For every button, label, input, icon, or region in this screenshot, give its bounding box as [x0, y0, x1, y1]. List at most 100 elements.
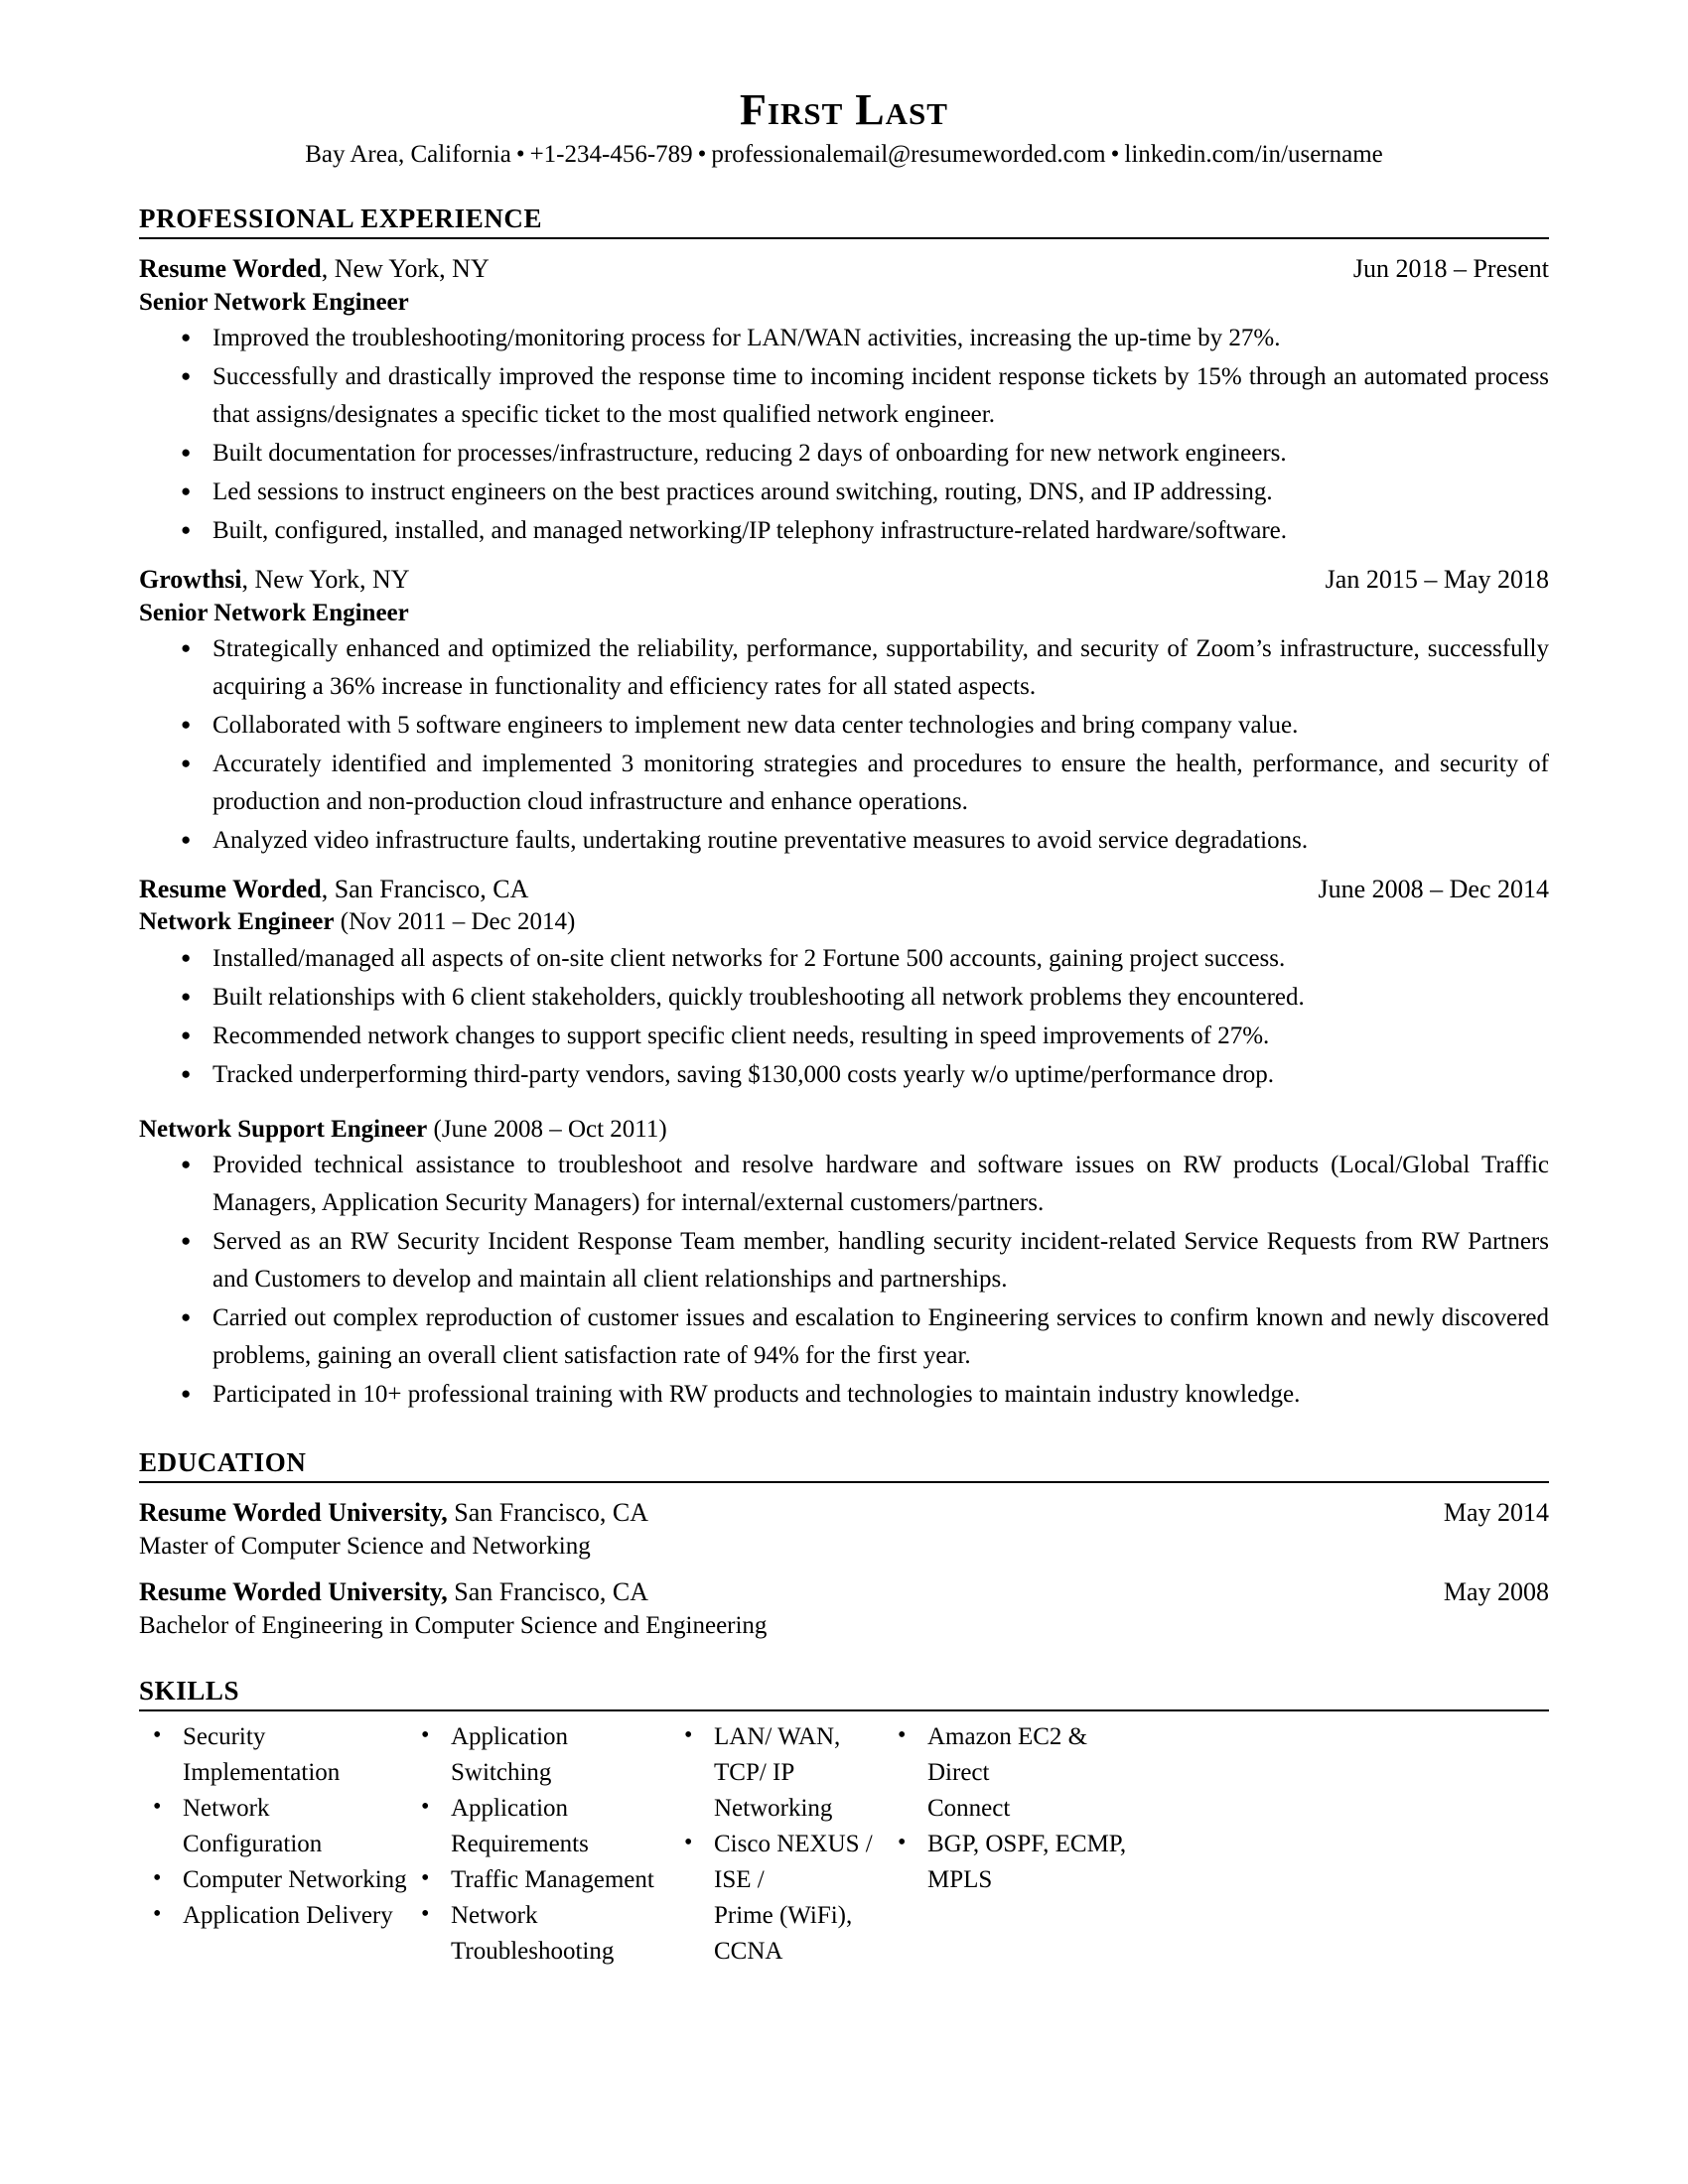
experience-job-title-text: Senior Network Engineer — [139, 599, 409, 626]
experience-company-name: Resume Worded — [139, 874, 322, 903]
experience-bullet: Built relationships with 6 client stakeh… — [139, 978, 1549, 1017]
skill-item: Traffic Management — [407, 1860, 670, 1898]
contact-linkedin[interactable]: linkedin.com/in/username — [1124, 141, 1382, 168]
skill-item: LAN/ WAN, TCP/ IP — [670, 1717, 884, 1791]
skills-column: Security Implementation Network Configur… — [139, 1717, 407, 1970]
skill-item-continuation: Networking — [714, 1795, 833, 1823]
experience-dates: June 2008 – Dec 2014 — [1318, 874, 1549, 903]
section-skills: SKILLS Security Implementation Network C… — [139, 1676, 1549, 1970]
experience-job-title-dates: (Nov 2011 – Dec 2014) — [334, 908, 576, 936]
education-school-name: Resume Worded University, — [139, 1498, 448, 1528]
skill-item: Network Troubleshooting — [407, 1896, 670, 1970]
section-title-skills: SKILLS — [139, 1676, 240, 1706]
education-entry: Resume Worded University, San Francisco,… — [139, 1576, 1549, 1642]
education-school-location: San Francisco, CA — [447, 1498, 648, 1528]
experience-bullet-list: Strategically enhanced and optimized the… — [139, 629, 1549, 860]
skills-column: LAN/ WAN, TCP/ IP Networking Cisco NEXUS… — [670, 1717, 884, 1970]
candidate-name: First Last — [740, 85, 948, 134]
experience-bullet: Collaborated with 5 software engineers t… — [139, 706, 1549, 745]
experience-bullet: Installed/managed all aspects of on-site… — [139, 939, 1549, 978]
skill-item-continuation: MPLS — [927, 1866, 993, 1894]
experience-bullet: Tracked underperforming third-party vend… — [139, 1055, 1549, 1094]
skill-item: Security Implementation — [139, 1717, 407, 1791]
education-entry-header: Resume Worded University, San Francisco,… — [139, 1576, 1549, 1609]
experience-bullet: Led sessions to instruct engineers on th… — [139, 473, 1549, 511]
education-date: May 2014 — [1443, 1498, 1549, 1528]
contact-separator-2: • — [697, 141, 707, 169]
experience-bullet: Served as an RW Security Incident Respon… — [139, 1222, 1549, 1298]
experience-bullet-list: Installed/managed all aspects of on-site… — [139, 939, 1549, 1094]
contact-location: Bay Area, California — [305, 141, 511, 169]
experience-bullet: Strategically enhanced and optimized the… — [139, 629, 1549, 706]
experience-company-name: Growthsi — [139, 565, 242, 595]
education-school: Resume Worded University, San Francisco,… — [139, 1497, 648, 1530]
experience-bullet: Provided technical assistance to trouble… — [139, 1146, 1549, 1222]
experience-entry: Resume Worded, San Francisco, CA June 20… — [139, 874, 1549, 1094]
skill-item: Cisco NEXUS / ISE / — [670, 1825, 884, 1898]
experience-sub-job-title-dates: (June 2008 – Oct 2011) — [427, 1115, 667, 1143]
education-entry: Resume Worded University, San Francisco,… — [139, 1497, 1549, 1563]
experience-bullet: Accurately identified and implemented 3 … — [139, 745, 1549, 821]
education-date: May 2008 — [1443, 1577, 1549, 1607]
contact-phone: +1-234-456-789 — [529, 141, 693, 169]
experience-job-title-text: Senior Network Engineer — [139, 288, 409, 316]
experience-organization: Resume Worded, New York, NY — [139, 253, 490, 286]
experience-bullet: Participated in 10+ professional trainin… — [139, 1375, 1549, 1414]
experience-bullet-list: Improved the troubleshooting/monitoring … — [139, 319, 1549, 550]
skill-item: BGP, OSPF, ECMP, — [884, 1825, 1137, 1862]
education-degree: Master of Computer Science and Networkin… — [139, 1532, 591, 1560]
skill-item: Application Requirements — [407, 1789, 670, 1862]
experience-bullet: Recommended network changes to support s… — [139, 1017, 1549, 1055]
contact-email[interactable]: professionalemail@resumeworded.com — [711, 141, 1105, 168]
skill-item-continuation: Connect — [927, 1795, 1011, 1823]
experience-bullet: Improved the troubleshooting/monitoring … — [139, 319, 1549, 357]
skill-item: Application Switching — [407, 1717, 670, 1791]
experience-bullet: Built documentation for processes/infras… — [139, 434, 1549, 473]
experience-entry-header: Growthsi, New York, NY Jan 2015 – May 20… — [139, 564, 1549, 597]
section-divider-education — [139, 1481, 1549, 1484]
skills-grid: Security Implementation Network Configur… — [139, 1717, 1549, 1970]
skills-column: Application Switching Application Requir… — [407, 1717, 670, 1970]
experience-entry-header: Resume Worded, New York, NY Jun 2018 – P… — [139, 253, 1549, 286]
resume-header: First Last Bay Area, California • +1-234-4… — [139, 85, 1549, 170]
experience-job-title-text: Network Engineer — [139, 908, 335, 936]
section-education: EDUCATION Resume Worded University, San … — [139, 1447, 1549, 1642]
skill-item: Network Configuration — [139, 1789, 407, 1862]
education-entry-header: Resume Worded University, San Francisco,… — [139, 1497, 1549, 1530]
education-school-location: San Francisco, CA — [447, 1577, 648, 1607]
contact-separator-1: • — [515, 141, 525, 169]
section-title-education: EDUCATION — [139, 1446, 307, 1477]
experience-company-location: , New York, NY — [321, 254, 490, 284]
experience-sub-entry: Network Support Engineer (June 2008 – Oc… — [139, 1114, 1549, 1414]
experience-entry: Growthsi, New York, NY Jan 2015 – May 20… — [139, 564, 1549, 860]
experience-job-title: Network Engineer (Nov 2011 – Dec 2014) — [139, 906, 1549, 937]
experience-job-title: Senior Network Engineer — [139, 598, 1549, 628]
experience-company-location: , New York, NY — [241, 565, 410, 595]
section-divider-skills — [139, 1709, 1549, 1712]
experience-bullet: Analyzed video infrastructure faults, un… — [139, 821, 1549, 860]
section-title-experience: PROFESSIONAL EXPERIENCE — [139, 204, 543, 234]
experience-entry-header: Resume Worded, San Francisco, CA June 20… — [139, 874, 1549, 906]
skills-column: Amazon EC2 & Direct Connect BGP, OSPF, E… — [884, 1717, 1137, 1970]
experience-organization: Growthsi, New York, NY — [139, 564, 410, 597]
experience-bullet: Built, configured, installed, and manage… — [139, 511, 1549, 550]
experience-organization: Resume Worded, San Francisco, CA — [139, 874, 528, 906]
contact-line: Bay Area, California • +1-234-456-789 • prof… — [139, 139, 1549, 170]
experience-sub-bullet-list: Provided technical assistance to trouble… — [139, 1146, 1549, 1414]
experience-dates: Jun 2018 – Present — [1352, 254, 1549, 284]
experience-dates: Jan 2015 – May 2018 — [1325, 565, 1549, 595]
experience-company-name: Resume Worded — [139, 254, 322, 284]
education-degree: Bachelor of Engineering in Computer Scie… — [139, 1611, 768, 1639]
experience-bullet: Successfully and drastically improved th… — [139, 357, 1549, 434]
education-school-name: Resume Worded University, — [139, 1577, 448, 1607]
section-professional-experience: PROFESSIONAL EXPERIENCE Resume Worded, N… — [139, 204, 1549, 1414]
experience-entry: Resume Worded, New York, NY Jun 2018 – P… — [139, 253, 1549, 550]
skill-item: Amazon EC2 & Direct — [884, 1717, 1137, 1791]
experience-company-location: , San Francisco, CA — [321, 874, 529, 903]
experience-job-title: Senior Network Engineer — [139, 287, 1549, 318]
experience-sub-job-title: Network Support Engineer (June 2008 – Oc… — [139, 1114, 1549, 1145]
contact-separator-3: • — [1110, 141, 1120, 169]
experience-bullet: Carried out complex reproduction of cust… — [139, 1298, 1549, 1375]
skill-item-continuation: Prime (WiFi), CCNA — [714, 1902, 853, 1966]
education-school: Resume Worded University, San Francisco,… — [139, 1576, 648, 1609]
